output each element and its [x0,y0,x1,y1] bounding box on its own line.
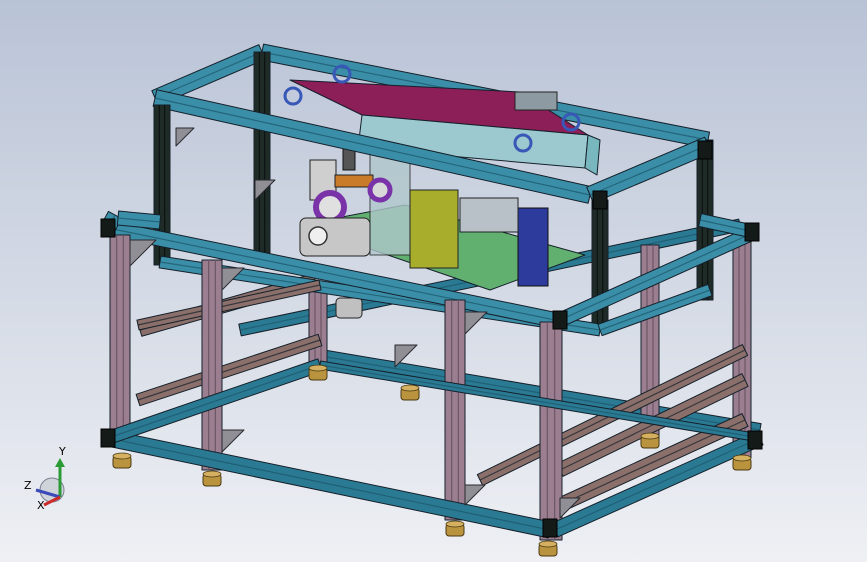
lower-post-front-right [539,321,563,541]
end-cap-6 [747,430,763,450]
lower-post-front-left [109,234,131,441]
end-cap-2 [100,428,116,448]
leveling-foot-2-top [202,470,222,478]
leveling-foot-5-top [445,520,465,528]
purple-gear-2 [367,177,393,203]
cad-viewport[interactable]: Y Z X [0,0,867,562]
slide-block [459,197,519,233]
blue-guide-block [517,207,549,287]
leveling-foot-8-top [732,454,752,462]
triad-y-label: Y [59,445,66,458]
housing-bolt [308,226,328,246]
end-cap-3 [542,518,558,538]
triad-x-label: X [37,499,45,512]
end-cap-5 [744,222,760,242]
loose-bushing [335,297,363,319]
lower-post-front-3 [444,299,466,521]
cad-model-view[interactable] [0,0,867,562]
top-box-side [584,134,601,176]
leveling-foot-7-top [640,432,660,440]
end-cap-8 [592,190,608,210]
end-cap-7 [697,140,713,160]
yellow-guide-block [409,189,459,269]
end-cap-4 [552,310,568,330]
leveling-foot-3-top [308,364,328,372]
lower-post-front-2 [201,259,223,471]
leveling-foot-4-top [400,384,420,392]
triad-z-label: Z [24,479,32,492]
leveling-foot-1-top [112,452,132,460]
leveling-foot-6-top [538,540,558,548]
upper-post-back-left [253,51,271,261]
clamp-bracket [334,174,374,188]
end-cap-1 [100,218,116,238]
purple-gear-1 [313,190,347,224]
vertical-plate [369,149,411,256]
top-box-motor [514,91,558,111]
